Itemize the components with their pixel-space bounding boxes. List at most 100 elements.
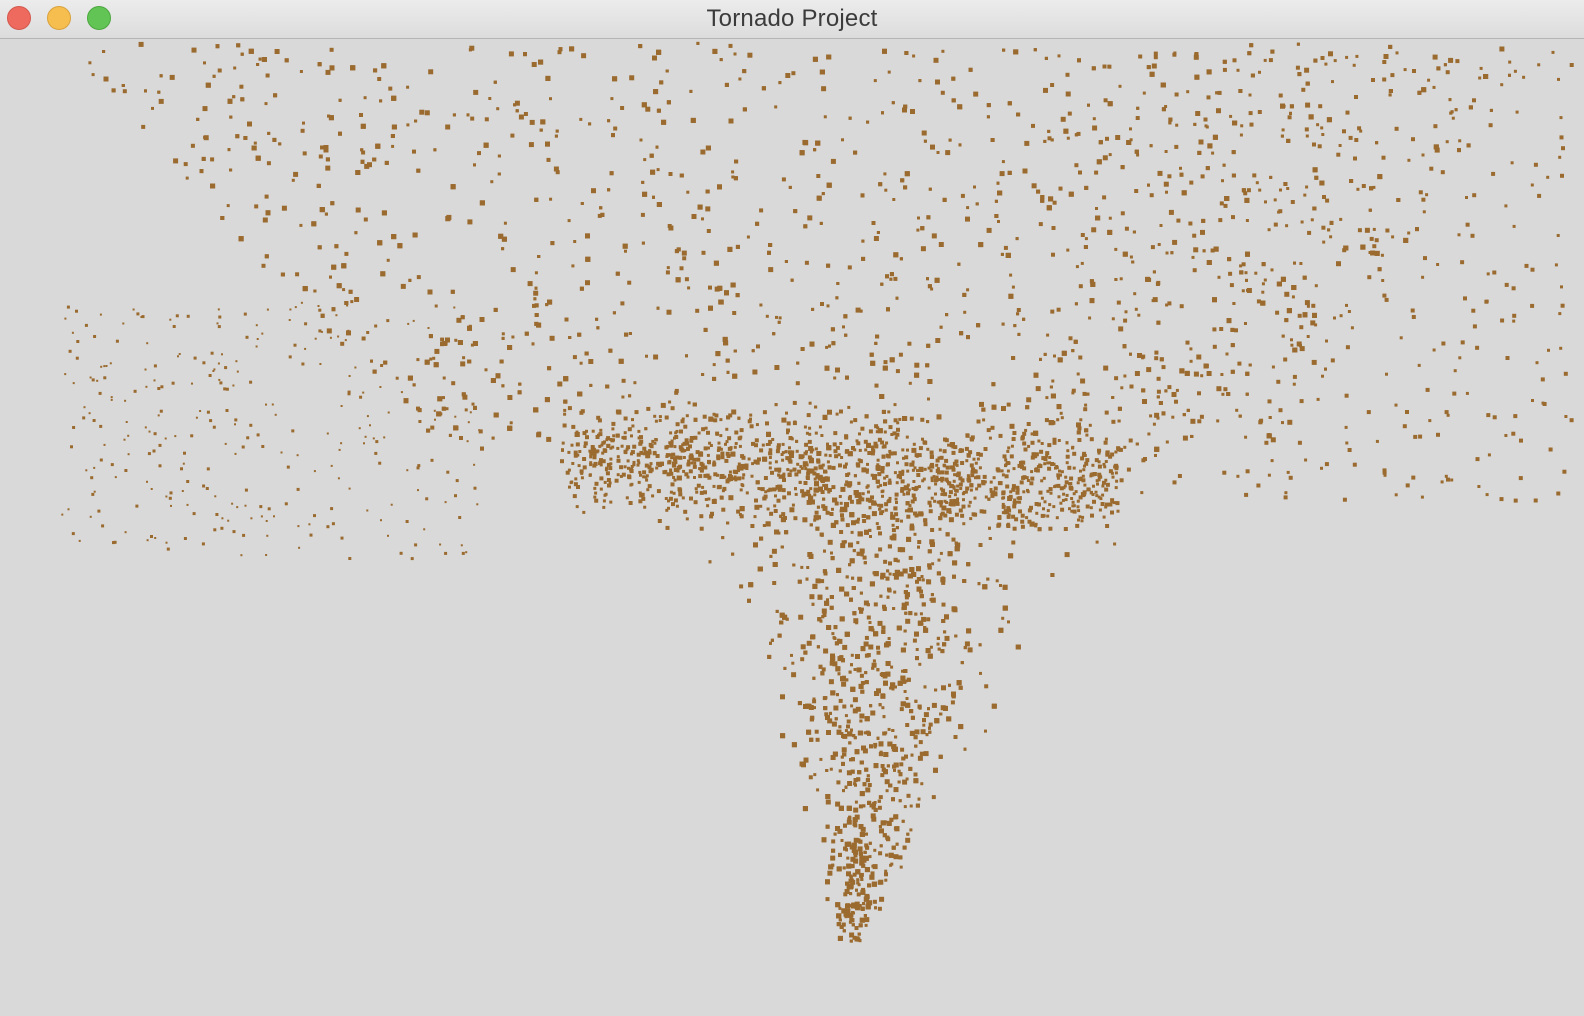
particle — [122, 89, 127, 94]
particle — [765, 521, 771, 527]
particle — [1039, 449, 1044, 454]
particle — [84, 323, 88, 327]
particle — [918, 466, 924, 472]
particle — [297, 525, 300, 528]
particle — [445, 407, 449, 411]
particle — [727, 246, 733, 252]
particle — [877, 472, 882, 477]
particle — [859, 591, 863, 595]
particle — [806, 413, 811, 418]
particle — [871, 511, 877, 517]
particle — [814, 431, 818, 435]
particle — [876, 485, 880, 489]
particle — [473, 463, 476, 466]
particle — [963, 747, 967, 751]
particle — [936, 636, 940, 640]
particle — [858, 448, 862, 452]
particle — [1118, 326, 1124, 332]
particle — [891, 744, 897, 749]
particle — [816, 788, 820, 792]
particle — [616, 446, 620, 450]
particle — [513, 103, 517, 107]
particle — [708, 560, 712, 564]
particle — [860, 607, 864, 611]
particle — [366, 415, 369, 418]
particle — [1046, 205, 1052, 211]
particle — [909, 828, 913, 832]
particle — [884, 508, 888, 512]
particle — [990, 138, 995, 142]
particle — [405, 520, 409, 523]
particle — [739, 428, 744, 433]
particle — [1152, 270, 1156, 274]
particle — [930, 528, 935, 532]
particle — [136, 312, 140, 316]
particle — [838, 495, 842, 498]
particle — [921, 578, 925, 582]
particle — [892, 764, 897, 769]
particle — [1095, 479, 1099, 483]
particle — [926, 420, 930, 424]
particle — [940, 577, 946, 583]
particle — [1129, 384, 1134, 389]
particle — [763, 494, 768, 499]
particle — [902, 456, 905, 460]
particle — [757, 457, 761, 462]
particle — [234, 418, 238, 422]
particle — [1098, 140, 1103, 145]
particle — [1310, 320, 1316, 326]
particle — [890, 665, 894, 669]
particle — [1102, 64, 1107, 69]
particle — [219, 381, 223, 385]
particle — [1190, 418, 1196, 424]
particle — [545, 141, 550, 147]
simulation-canvas-area[interactable] — [0, 40, 1584, 1016]
particle — [943, 630, 947, 634]
particle — [996, 181, 1000, 185]
particle — [1192, 268, 1197, 273]
particle — [1002, 584, 1008, 590]
particle — [1314, 284, 1318, 288]
particle — [740, 463, 745, 468]
particle — [99, 313, 102, 316]
particle — [883, 172, 887, 176]
particle — [488, 97, 492, 100]
particle — [883, 419, 888, 424]
particle — [501, 384, 505, 388]
particle — [675, 455, 679, 459]
particle — [355, 170, 361, 175]
particle — [1079, 469, 1082, 473]
particle — [1011, 437, 1016, 441]
particle — [905, 723, 910, 727]
particle — [834, 717, 838, 721]
particle — [865, 904, 871, 910]
particle — [887, 637, 891, 640]
particle — [596, 326, 600, 330]
particle — [883, 680, 888, 686]
particle — [882, 444, 887, 449]
particle — [912, 480, 916, 483]
particle — [582, 510, 586, 514]
particle — [1037, 439, 1041, 443]
particle — [947, 443, 951, 447]
particle — [1089, 437, 1094, 442]
particle — [868, 506, 872, 510]
particle — [1006, 402, 1011, 407]
particle — [819, 757, 823, 761]
particle — [687, 459, 691, 463]
particle — [549, 197, 553, 201]
particle — [1241, 188, 1246, 193]
particle — [728, 118, 734, 124]
particle — [978, 643, 982, 647]
particle — [734, 442, 738, 445]
particle — [749, 413, 753, 417]
title-bar[interactable]: Tornado Project — [0, 0, 1584, 39]
particle — [778, 474, 783, 479]
particle — [347, 329, 350, 332]
particle — [853, 418, 858, 423]
particle — [850, 728, 853, 732]
particle — [973, 496, 977, 500]
particle — [202, 361, 206, 365]
particle — [834, 454, 839, 459]
particle — [1065, 493, 1069, 497]
